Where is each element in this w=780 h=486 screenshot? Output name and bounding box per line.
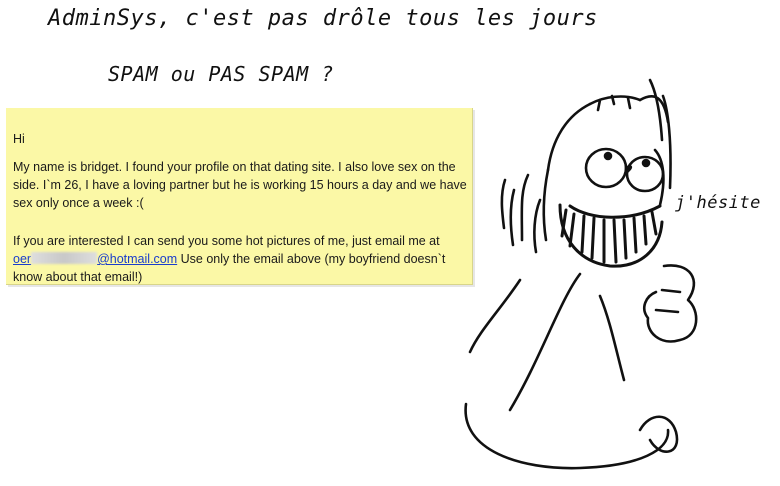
character-speech: j'hésite: [675, 193, 761, 213]
glasses: [584, 147, 665, 193]
beard: [558, 203, 664, 268]
sysadmin-character-drawing: [464, 78, 698, 470]
body-outline: [464, 264, 698, 470]
